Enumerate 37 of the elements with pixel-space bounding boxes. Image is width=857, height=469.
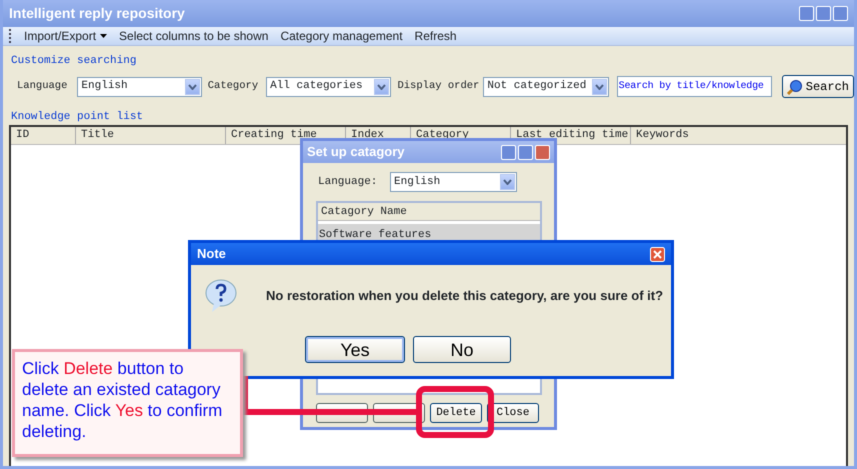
- group-title: Knowledge point list: [10, 110, 144, 122]
- column-header[interactable]: Catagory Name: [318, 203, 540, 221]
- field-label: Display order: [397, 78, 480, 94]
- column-header[interactable]: Keywords: [630, 127, 830, 144]
- menu-item[interactable]: Refresh: [414, 27, 457, 45]
- menu-item[interactable]: Category management: [280, 27, 403, 45]
- dialog-button[interactable]: No: [413, 336, 511, 363]
- dialog-title: Note: [197, 245, 226, 264]
- menu-item[interactable]: Select columns to be shown: [119, 27, 268, 45]
- menu-item[interactable]: Import/Export: [24, 27, 96, 45]
- field-label: Category: [208, 78, 258, 94]
- dialog-title: Set up catagory: [307, 143, 405, 162]
- close-icon[interactable]: [650, 246, 665, 262]
- close-button[interactable]: [535, 144, 550, 160]
- group-title: Customize searching: [10, 55, 136, 67]
- search-field[interactable]: Search by title/knowledge: [616, 76, 772, 97]
- minimize-button[interactable]: [501, 144, 516, 160]
- dropdown-field[interactable]: All categories: [266, 76, 392, 96]
- search-icon: [786, 78, 803, 94]
- column-header[interactable]: Title: [75, 127, 225, 144]
- dropdown-field[interactable]: Not categorized: [483, 76, 609, 96]
- dialog-button[interactable]: Delete: [430, 403, 482, 423]
- column-header[interactable]: ID: [11, 127, 75, 144]
- toolbar-grip-icon: [9, 29, 12, 43]
- maximize-button[interactable]: [518, 144, 533, 160]
- dropdown-field[interactable]: English: [77, 76, 202, 96]
- field-label: Language: [17, 78, 68, 94]
- dialog-button[interactable]: Yes: [305, 336, 405, 363]
- field-label: Language:: [318, 174, 378, 190]
- search-button[interactable]: Search: [782, 75, 854, 98]
- dropdown-field[interactable]: English: [390, 172, 517, 192]
- maximize-button[interactable]: [816, 6, 831, 21]
- message-text: No restoration when you delete this category, are you sure of it?: [266, 287, 664, 306]
- callout-text: Click Delete button to delete an existed catagory name. Click Yes to confirm deleting.: [12, 349, 243, 457]
- window-title: Intelligent reply repository: [9, 4, 185, 23]
- minimize-button[interactable]: [799, 6, 814, 21]
- close-button[interactable]: [833, 6, 848, 21]
